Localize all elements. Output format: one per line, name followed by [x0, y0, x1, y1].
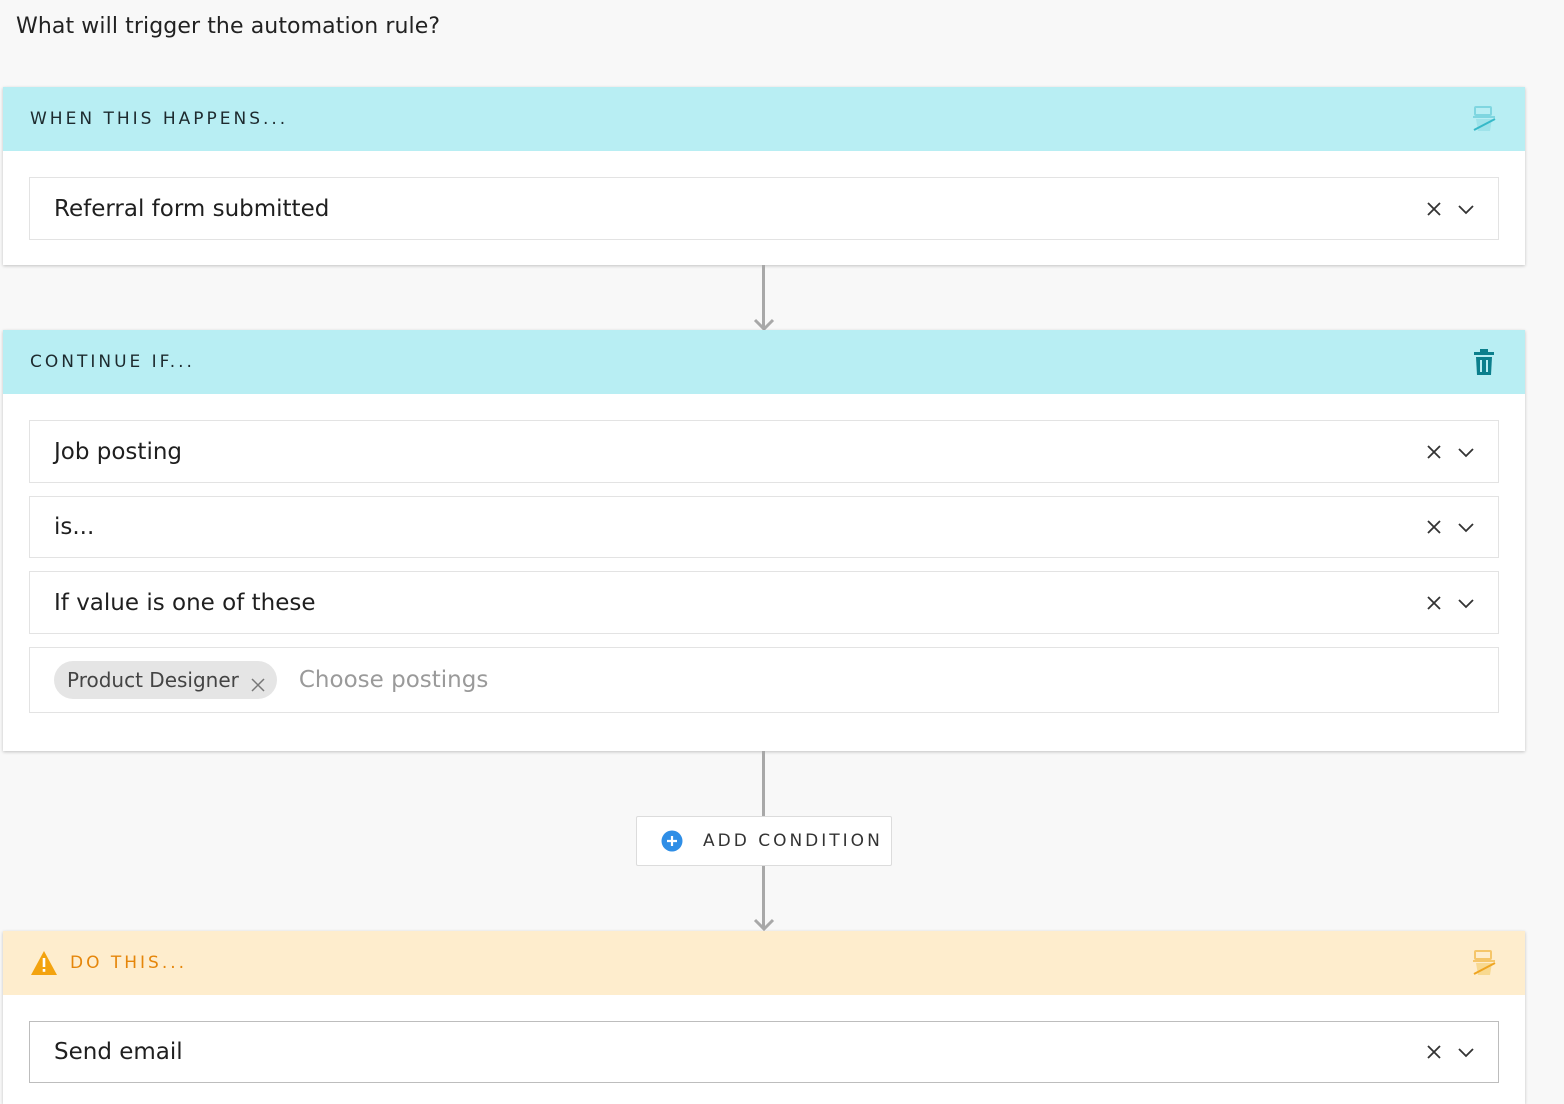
action-select-value: Send email	[54, 1039, 183, 1065]
page-question: What will trigger the automation rule?	[16, 14, 441, 39]
chevron-down-icon[interactable]	[1458, 201, 1474, 217]
trash-icon[interactable]	[1471, 348, 1497, 376]
connector-arrow	[753, 918, 775, 932]
action-card-title-wrap: DO THIS...	[30, 950, 187, 976]
condition-operator-value: is...	[54, 514, 95, 540]
posting-tag-label: Product Designer	[67, 668, 239, 692]
condition-field-select[interactable]: Job posting	[29, 420, 1499, 483]
chevron-down-icon[interactable]	[1458, 519, 1474, 535]
chevron-down-icon[interactable]	[1458, 444, 1474, 460]
posting-tag: Product Designer	[54, 661, 277, 699]
action-card-header: DO THIS...	[3, 931, 1525, 995]
condition-match-value: If value is one of these	[54, 589, 316, 616]
action-card: DO THIS... Send email	[3, 931, 1525, 1104]
warning-icon	[30, 950, 58, 976]
trigger-card-header: WHEN THIS HAPPENS...	[3, 87, 1525, 151]
trigger-card-title: WHEN THIS HAPPENS...	[30, 109, 289, 129]
trigger-card: WHEN THIS HAPPENS... Referral form submi…	[3, 87, 1525, 265]
clear-icon[interactable]	[1426, 444, 1442, 460]
chevron-down-icon[interactable]	[1458, 1044, 1474, 1060]
clear-icon[interactable]	[1426, 595, 1442, 611]
add-condition-button[interactable]: ADD CONDITION	[636, 816, 892, 866]
add-condition-label: ADD CONDITION	[703, 831, 883, 851]
postings-search-input[interactable]	[298, 667, 699, 693]
plus-circle-icon	[661, 830, 683, 852]
eraser-icon[interactable]	[1471, 105, 1497, 133]
trigger-select[interactable]: Referral form submitted	[29, 177, 1499, 240]
condition-card: CONTINUE IF... Job posting is... If valu…	[3, 330, 1525, 751]
clear-icon[interactable]	[1426, 519, 1442, 535]
trigger-select-value: Referral form submitted	[54, 195, 330, 222]
condition-card-header: CONTINUE IF...	[3, 330, 1525, 394]
postings-multiselect[interactable]: Product Designer	[29, 647, 1499, 713]
eraser-icon[interactable]	[1471, 949, 1497, 977]
condition-operator-select[interactable]: is...	[29, 496, 1499, 558]
connector-line	[762, 751, 765, 816]
action-select[interactable]: Send email	[29, 1021, 1499, 1083]
clear-icon[interactable]	[1426, 1044, 1442, 1060]
clear-icon[interactable]	[1426, 201, 1442, 217]
chevron-down-icon[interactable]	[1458, 595, 1474, 611]
remove-tag-icon[interactable]	[251, 673, 265, 692]
condition-card-title: CONTINUE IF...	[30, 352, 195, 372]
condition-field-value: Job posting	[54, 438, 183, 465]
condition-match-select[interactable]: If value is one of these	[29, 571, 1499, 634]
action-card-title: DO THIS...	[70, 953, 188, 973]
